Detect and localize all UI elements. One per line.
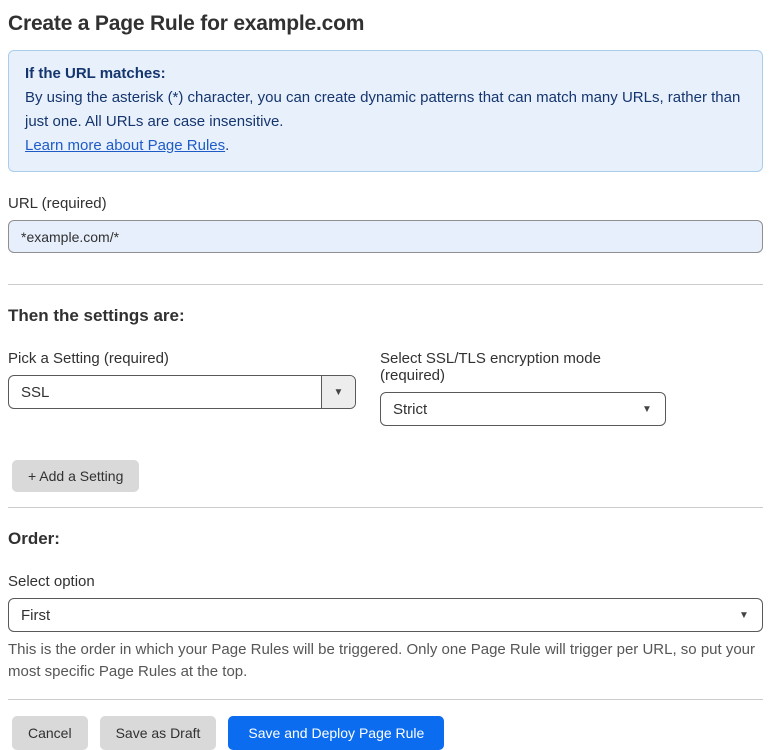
add-setting-button[interactable]: + Add a Setting: [12, 460, 140, 492]
section-divider: [8, 507, 763, 508]
footer-divider: [8, 699, 763, 700]
footer-actions: Cancel Save as Draft Save and Deploy Pag…: [12, 716, 763, 750]
setting-picker-label: Pick a Setting (required): [8, 350, 169, 367]
info-box-link-row: Learn more about Page Rules.: [25, 134, 746, 158]
section-divider: [8, 284, 763, 285]
chevron-down-icon: ▼: [739, 609, 749, 621]
url-field-label: URL (required): [8, 195, 107, 212]
ssl-mode-field: Select SSL/TLS encryption mode (required…: [380, 350, 666, 426]
info-box-heading: If the URL matches:: [25, 65, 166, 82]
url-match-info-box: If the URL matches: By using the asteris…: [8, 50, 763, 172]
order-select-value: First: [21, 606, 51, 624]
info-box-body: By using the asterisk (*) character, you…: [25, 89, 741, 130]
settings-section-heading: Then the settings are:: [8, 306, 185, 325]
order-select[interactable]: First ▼: [8, 598, 763, 632]
page-title: Create a Page Rule for example.com: [8, 12, 365, 35]
url-input[interactable]: [8, 220, 763, 253]
setting-picker-field: Pick a Setting (required) SSL ▼: [8, 350, 356, 426]
order-select-label: Select option: [8, 573, 95, 590]
setting-picker-value: SSL: [21, 383, 50, 401]
order-section-heading: Order:: [8, 529, 60, 548]
chevron-down-icon[interactable]: ▼: [321, 376, 355, 408]
ssl-mode-select[interactable]: Strict ▼: [380, 392, 666, 426]
save-deploy-button[interactable]: Save and Deploy Page Rule: [228, 716, 445, 750]
ssl-mode-value: Strict: [393, 400, 428, 418]
setting-picker-select[interactable]: SSL ▼: [8, 375, 356, 409]
order-help-text: This is the order in which your Page Rul…: [8, 641, 756, 680]
settings-row: Pick a Setting (required) SSL ▼ Select S…: [8, 350, 763, 426]
chevron-down-icon: ▼: [642, 403, 652, 415]
save-draft-button[interactable]: Save as Draft: [99, 716, 217, 750]
page-rule-form: Create a Page Rule for example.com If th…: [0, 0, 772, 750]
link-period: .: [225, 137, 230, 154]
ssl-mode-label: Select SSL/TLS encryption mode (required…: [380, 350, 601, 384]
cancel-button[interactable]: Cancel: [12, 716, 88, 750]
learn-more-link[interactable]: Learn more about Page Rules: [25, 137, 225, 154]
